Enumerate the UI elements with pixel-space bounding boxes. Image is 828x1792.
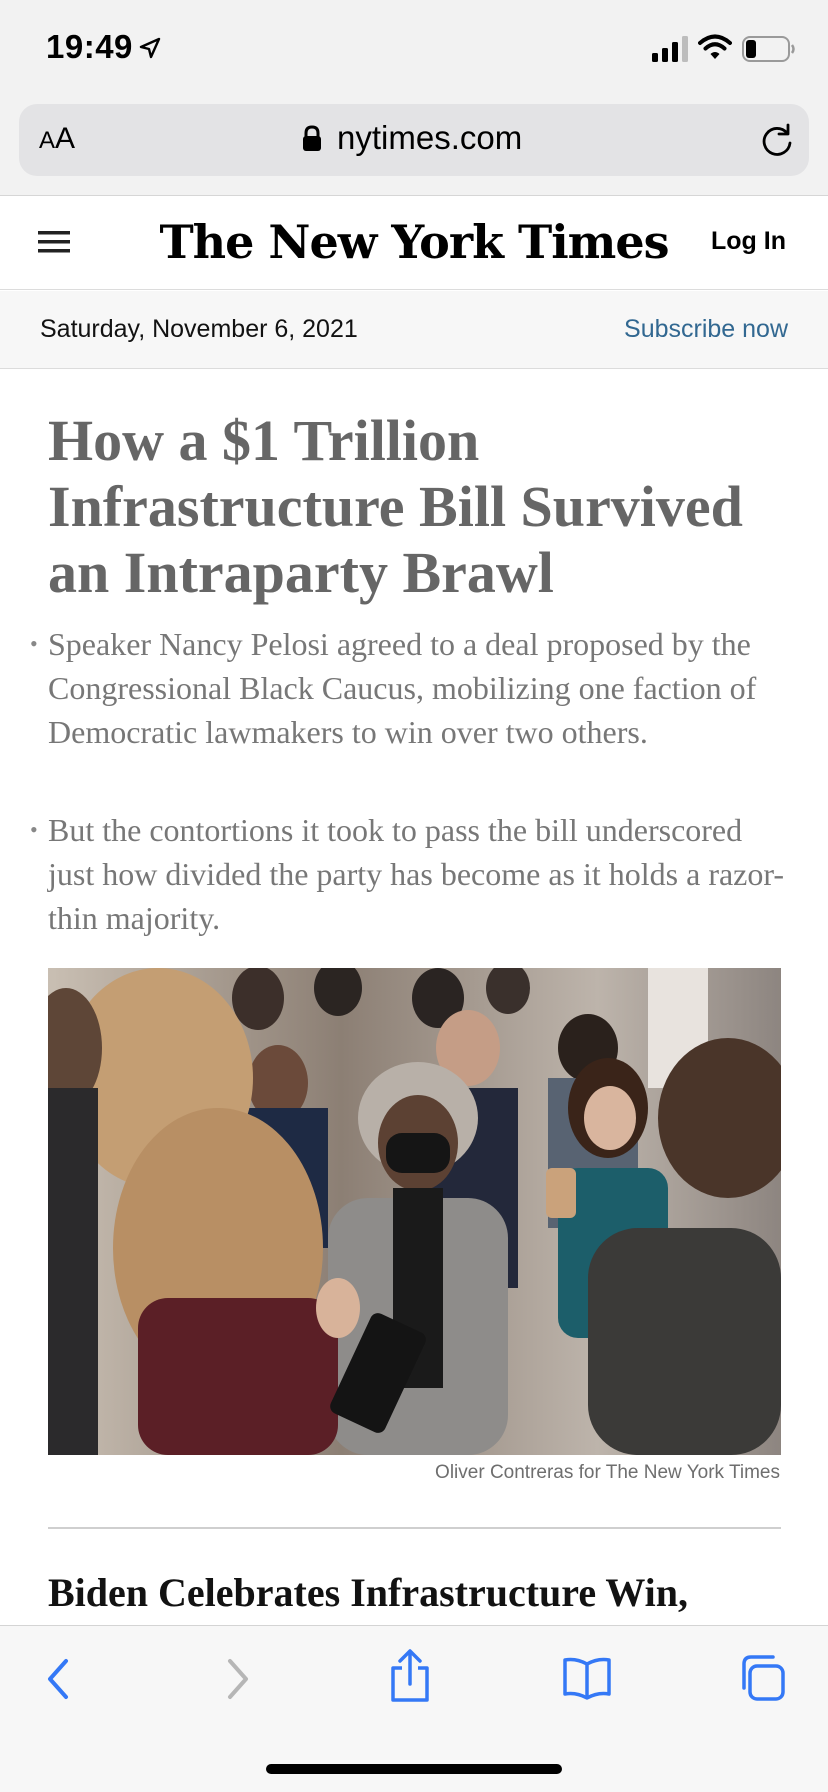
- bookmarks-book-icon[interactable]: [562, 1656, 612, 1700]
- tabs-icon[interactable]: [738, 1654, 786, 1702]
- subscribe-link[interactable]: Subscribe now: [624, 315, 788, 344]
- text-size-button[interactable]: AA: [39, 122, 75, 156]
- address-bar[interactable]: AA nytimes.com: [19, 104, 809, 176]
- nyt-logo[interactable]: The New York Times: [0, 215, 828, 269]
- current-date: Saturday, November 6, 2021: [40, 315, 358, 343]
- summary-text: But the contortions it took to pass the …: [48, 812, 785, 936]
- section-divider: [48, 1527, 781, 1529]
- bullet-dot: •: [30, 817, 38, 842]
- article-photo[interactable]: [48, 968, 781, 1455]
- article-headline[interactable]: How a $1 Trillion Infrastructure Bill Su…: [48, 408, 788, 606]
- status-bar: 19:49: [0, 0, 828, 98]
- wifi-icon: [698, 34, 732, 59]
- browser-address-area: AA nytimes.com: [0, 98, 828, 196]
- summary-item: • But the contortions it took to pass th…: [30, 808, 788, 940]
- lock-icon: [303, 125, 321, 151]
- photo-credit: Oliver Contreras for The New York Times: [435, 1462, 780, 1483]
- home-indicator[interactable]: [266, 1764, 562, 1774]
- reload-icon[interactable]: [759, 122, 795, 158]
- summary-text: Speaker Nancy Pelosi agreed to a deal pr…: [48, 626, 757, 750]
- next-article-headline[interactable]: Biden Celebrates Infrastructure Win,: [48, 1568, 788, 1618]
- cellular-signal-icon: [652, 36, 688, 62]
- summary-item: • Speaker Nancy Pelosi agreed to a deal …: [30, 622, 788, 754]
- share-icon[interactable]: [388, 1648, 432, 1704]
- login-button[interactable]: Log In: [711, 227, 786, 256]
- bullet-dot: •: [30, 631, 38, 656]
- back-chevron-icon[interactable]: [44, 1656, 74, 1702]
- forward-chevron-icon[interactable]: [222, 1656, 252, 1702]
- photo-crowd-illustration: [48, 968, 781, 1455]
- url-text: nytimes.com: [337, 119, 523, 156]
- battery-icon: [742, 36, 795, 62]
- site-header: The New York Times Log In: [0, 197, 828, 290]
- status-time: 19:49: [46, 28, 133, 65]
- date-bar: Saturday, November 6, 2021 Subscribe now: [0, 291, 828, 369]
- location-arrow-icon: [139, 37, 161, 59]
